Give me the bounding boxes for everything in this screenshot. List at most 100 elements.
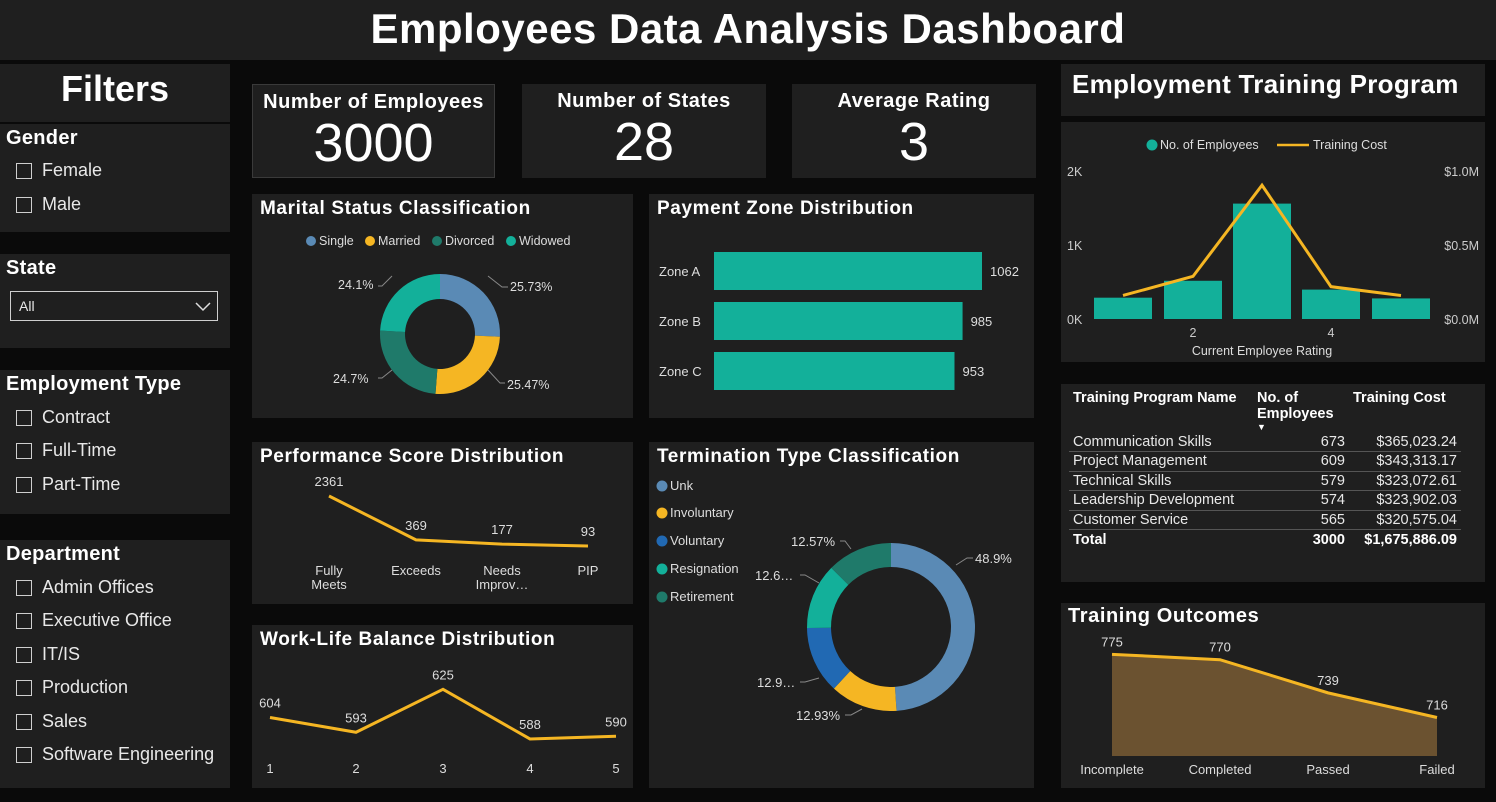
kpi-title: Number of States <box>557 90 731 112</box>
y2-tick-label: $0.0M <box>1444 313 1479 327</box>
data-label: 48.9% <box>975 551 1012 566</box>
bar-rating-5[interactable] <box>1372 298 1430 319</box>
department-filter: Department Admin Offices Executive Offic… <box>0 540 230 788</box>
data-label: 12.6… <box>755 568 793 583</box>
column-header[interactable]: Training Cost <box>1349 390 1461 432</box>
table-row: Technical Skills 579 $323,072.61 <box>1069 471 1461 491</box>
checkbox[interactable] <box>16 162 32 179</box>
termination-slices <box>807 543 976 711</box>
bar-rating-3[interactable] <box>1233 203 1291 319</box>
data-label: 775 <box>1101 634 1123 649</box>
filters-title: Filters <box>60 68 170 109</box>
checkbox[interactable] <box>16 612 32 629</box>
legend-dot-married <box>365 236 375 246</box>
employment-type-filter: Employment Type Contract Full-Time Part-… <box>0 370 230 514</box>
data-label: 985 <box>971 314 993 329</box>
department-option-executive-office[interactable]: Executive Office <box>16 610 172 631</box>
data-label: 24.1% <box>338 278 373 292</box>
department-option-production[interactable]: Production <box>16 677 128 698</box>
termination-type-panel: Termination Type Classification Unk Invo… <box>649 442 1034 788</box>
y2-tick-label: $0.5M <box>1444 239 1479 253</box>
table-cell: 3000 <box>1253 529 1349 549</box>
training-program-header: Employment Training Program <box>1061 64 1485 116</box>
x-tick-label: 4 <box>1328 326 1335 340</box>
checkbox[interactable] <box>16 713 32 730</box>
employment-option-part-time[interactable]: Part-Time <box>16 474 120 495</box>
table-cell: 565 <box>1253 510 1349 530</box>
slice-single[interactable] <box>440 274 500 337</box>
bar-rating-1[interactable] <box>1094 297 1152 319</box>
gender-option-female[interactable]: Female <box>16 160 102 181</box>
department-option-sales[interactable]: Sales <box>16 711 87 732</box>
checkbox[interactable] <box>16 442 32 459</box>
department-option-it-is[interactable]: IT/IS <box>16 644 80 665</box>
slice-unk[interactable] <box>891 543 976 711</box>
gender-option-male[interactable]: Male <box>16 194 81 215</box>
legend-dot-widowed <box>506 236 516 246</box>
kpi-value: 28 <box>613 112 675 172</box>
gender-filter: Gender Female Male <box>0 124 230 232</box>
employment-type-filter-title: Employment Type <box>6 373 182 395</box>
department-option-admin-offices[interactable]: Admin Offices <box>16 577 154 598</box>
slice-widowed[interactable] <box>380 274 440 333</box>
training-program-table-panel: Training Program Name No. of Employees ▼… <box>1061 384 1485 582</box>
performance-line-chart: 2361 FullyMeets 369 Exceeds 177 NeedsImprov… 9… <box>311 474 598 592</box>
bar-rating-2[interactable] <box>1164 280 1222 319</box>
table-cell: 574 <box>1253 490 1349 511</box>
kpi-card-states: Number of States 28 <box>522 84 766 178</box>
column-header[interactable]: Training Program Name <box>1069 390 1253 432</box>
filters-header: Filters <box>0 64 230 122</box>
data-label: 12.57% <box>791 534 836 549</box>
x-tick-label: Passed <box>1306 762 1349 777</box>
table-cell: Leadership Development <box>1069 490 1253 511</box>
bar-zone-c[interactable] <box>714 352 955 390</box>
training-outcomes-panel: Training Outcomes 775 Incomplete 770 Comple… <box>1061 603 1485 788</box>
legend-label: Training Cost <box>1313 138 1387 152</box>
x-tick-label: 3 <box>439 761 446 776</box>
table-row: Leadership Development 574 $323,902.03 <box>1069 490 1461 511</box>
x-tick-label: Exceeds <box>391 563 441 578</box>
department-option-software-engineering[interactable]: Software Engineering <box>16 744 214 765</box>
legend-label: Married <box>378 234 420 248</box>
kpi-value: 3000 <box>313 113 434 173</box>
checkbox[interactable] <box>16 679 32 696</box>
kpi-card-employees: Number of Employees 3000 <box>252 84 495 178</box>
state-dropdown[interactable]: All <box>10 291 218 321</box>
termination-legend: Unk Involuntary Voluntary Resignation Re… <box>656 478 739 604</box>
work-life-line-chart: 604 1 593 2 625 3 588 4 590 5 <box>259 667 627 776</box>
leader-line <box>800 677 820 683</box>
data-label: 93 <box>581 524 595 539</box>
legend-dot-unk <box>656 480 668 492</box>
checkbox[interactable] <box>16 409 32 426</box>
data-label: 588 <box>519 717 541 732</box>
bar-rating-4[interactable] <box>1302 289 1360 319</box>
checkbox[interactable] <box>16 196 32 213</box>
x-tick-label: 5 <box>612 761 619 776</box>
checkbox[interactable] <box>16 476 32 493</box>
bar-zone-b[interactable] <box>714 302 963 340</box>
leader-line <box>487 369 505 384</box>
employment-option-contract[interactable]: Contract <box>16 407 110 428</box>
data-label: 1062 <box>990 264 1019 279</box>
slice-divorced[interactable] <box>380 330 438 394</box>
department-filter-title: Department <box>6 543 121 565</box>
checkbox[interactable] <box>16 646 32 663</box>
data-label: 369 <box>405 518 427 533</box>
table-cell: $365,023.24 <box>1349 432 1461 452</box>
table-cell: Technical Skills <box>1069 471 1253 491</box>
column-header-sorted[interactable]: No. of Employees ▼ <box>1253 390 1349 432</box>
category-label: Zone C <box>659 364 702 379</box>
bar-zone-a[interactable] <box>714 252 982 290</box>
legend-dot-employees <box>1146 139 1158 151</box>
legend-label: Retirement <box>670 589 734 604</box>
checkbox[interactable] <box>16 579 32 596</box>
table-total-row: Total 3000 $1,675,886.09 <box>1069 529 1461 549</box>
state-filter: State All <box>0 254 230 348</box>
checkbox[interactable] <box>16 746 32 763</box>
table-cell: $343,313.17 <box>1349 451 1461 472</box>
table-cell: $323,072.61 <box>1349 471 1461 491</box>
slice-married[interactable] <box>435 335 500 394</box>
employment-option-full-time[interactable]: Full-Time <box>16 440 116 461</box>
y-tick-label: 2K <box>1067 165 1083 179</box>
state-dropdown-value: All <box>19 298 35 314</box>
